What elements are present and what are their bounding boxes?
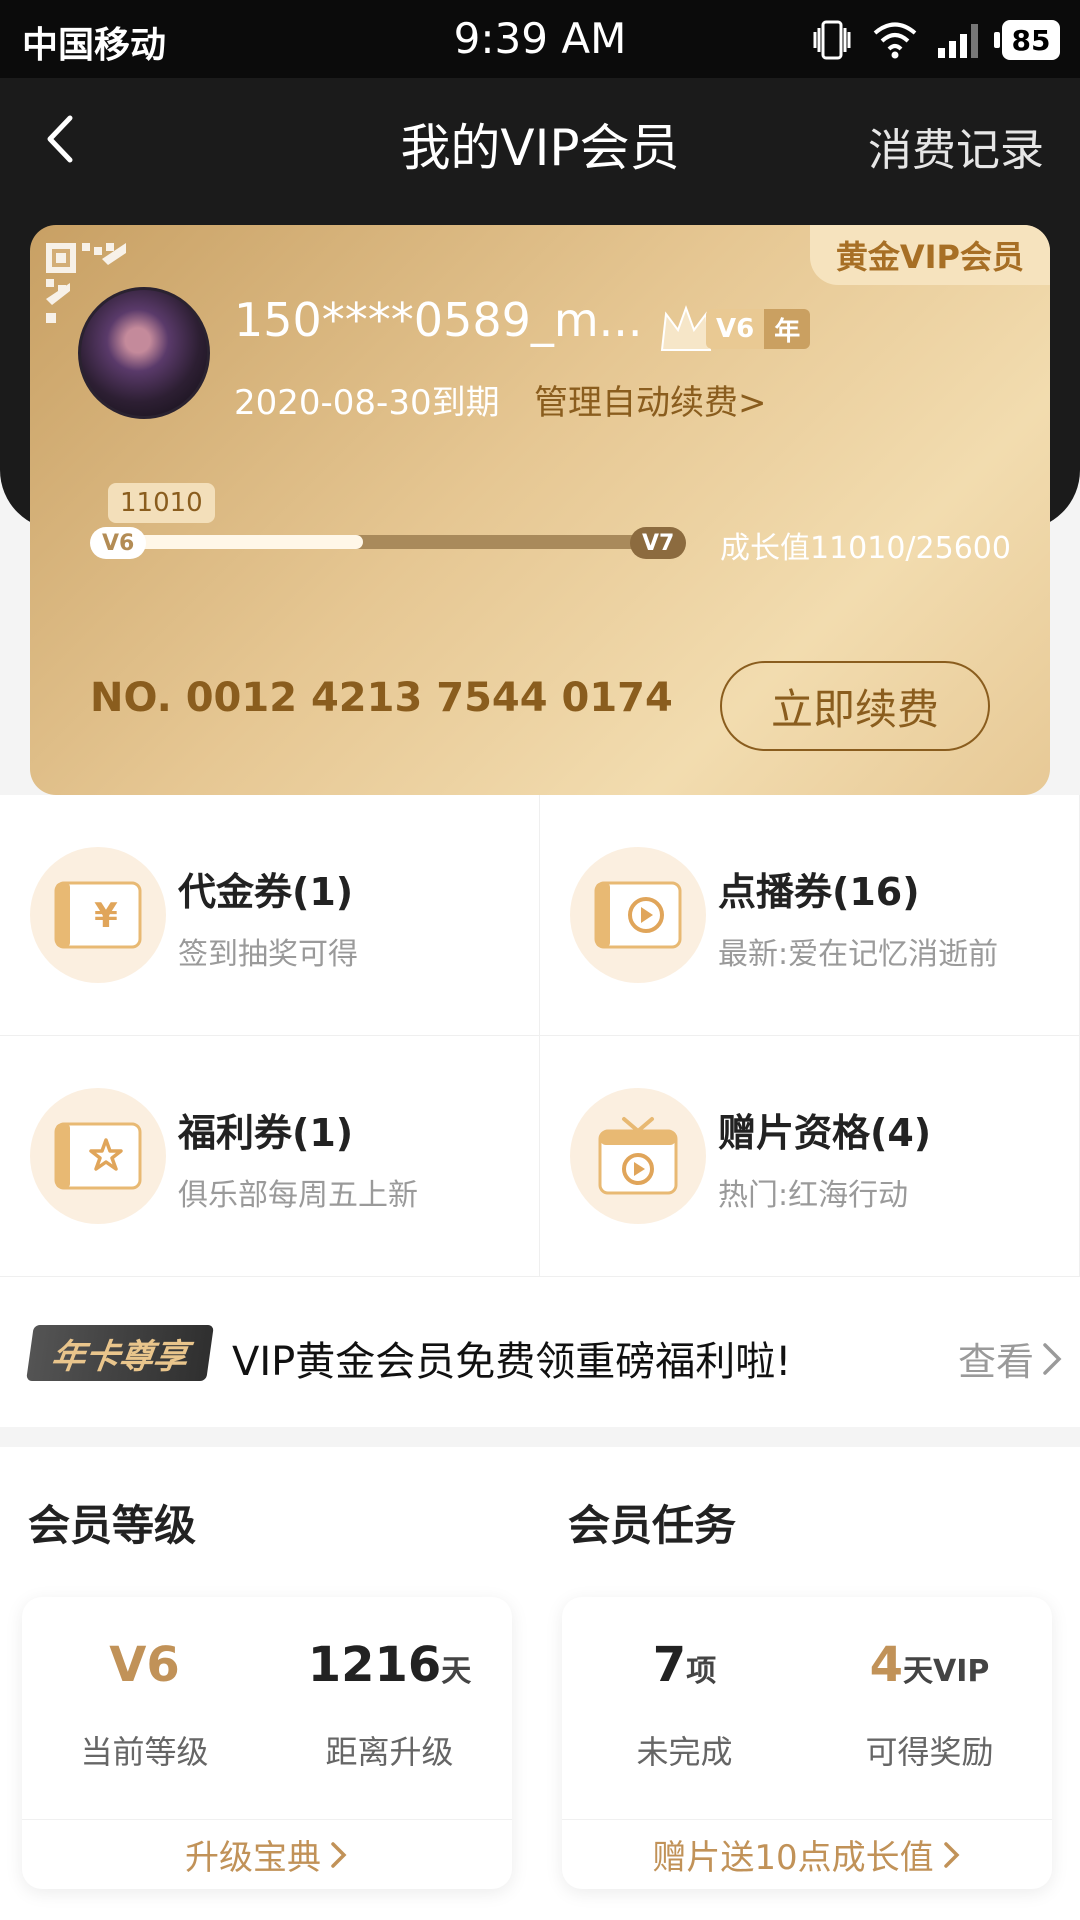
incomplete-tasks-label: 未完成 <box>636 1733 733 1771</box>
days-to-upgrade-value: 1216 <box>307 1637 442 1693</box>
avatar[interactable] <box>78 287 210 419</box>
current-level-value: V6 <box>109 1637 180 1693</box>
battery-icon: 85 <box>994 20 1060 60</box>
coupon-subtitle: 最新:爱在记忆消逝前 <box>718 937 999 972</box>
member-sections: 会员等级 会员任务 V6 当前等级 1216天 距离升级 升级宝典 7项 未完成… <box>0 1447 1080 1920</box>
svg-text:¥: ¥ <box>94 896 118 936</box>
expire-date: 2020-08-30到期 <box>234 383 500 423</box>
coupon-gift-video[interactable]: 赠片资格(4) 热门:红海行动 <box>540 1036 1080 1277</box>
upgrade-guide-label: 升级宝典 <box>185 1838 321 1878</box>
chevron-right-icon <box>331 1841 347 1868</box>
play-ticket-icon <box>570 847 706 983</box>
growth-progress-bar <box>122 535 682 549</box>
coupon-title: 点播券(16) <box>718 870 920 914</box>
gift-video-icon <box>570 1088 706 1224</box>
reward-stat: 4天VIP 可得奖励 <box>807 1637 1052 1773</box>
status-icons: 85 <box>810 16 1060 64</box>
star-ticket-icon <box>30 1088 166 1224</box>
promo-banner[interactable]: 年卡尊享 VIP黄金会员免费领重磅福利啦! 查看 <box>0 1277 1080 1427</box>
member-tasks-panel[interactable]: 7项 未完成 4天VIP 可得奖励 赠片送10点成长值 <box>562 1597 1052 1889</box>
next-level-marker: V7 <box>630 527 687 559</box>
reward-label: 可得奖励 <box>865 1733 994 1771</box>
chevron-right-icon <box>943 1841 960 1868</box>
gift-film-growth-label: 赠片送10点成长值 <box>652 1838 934 1878</box>
member-tasks-title: 会员任务 <box>568 1501 737 1550</box>
vip-card: 黄金VIP会员 150****0589_m... V6 年 2020-08-30… <box>30 225 1050 795</box>
coupon-vod[interactable]: 点播券(16) 最新:爱在记忆消逝前 <box>540 795 1080 1036</box>
coupon-title: 代金券(1) <box>178 870 354 914</box>
promo-view-link[interactable]: 查看 <box>958 1331 1064 1386</box>
yuan-ticket-icon: ¥ <box>30 847 166 983</box>
incomplete-tasks-stat: 7项 未完成 <box>562 1637 807 1773</box>
status-bar: 中国移动 9:39 AM 85 <box>0 0 1080 78</box>
coupon-cash[interactable]: ¥ 代金券(1) 签到抽奖可得 <box>0 795 540 1036</box>
reward-unit: 天VIP <box>903 1654 990 1689</box>
current-level-stat: V6 当前等级 <box>22 1637 267 1773</box>
current-level-label: 当前等级 <box>80 1733 209 1771</box>
coupon-subtitle: 热门:红海行动 <box>718 1178 909 1213</box>
vibrate-icon <box>813 20 851 60</box>
coupon-subtitle: 签到抽奖可得 <box>178 937 358 972</box>
coupon-grid: ¥ 代金券(1) 签到抽奖可得 点播券(16) 最新:爱在记忆消逝前 福利券(1… <box>0 795 1080 1277</box>
reward-value: 4 <box>869 1637 904 1693</box>
current-level-marker: V6 <box>90 527 147 559</box>
coupon-subtitle: 俱乐部每周五上新 <box>178 1178 418 1213</box>
wifi-icon <box>873 22 917 59</box>
days-unit: 天 <box>441 1654 472 1689</box>
upgrade-guide-link[interactable]: 升级宝典 <box>22 1819 512 1889</box>
member-level-panel[interactable]: V6 当前等级 1216天 距离升级 升级宝典 <box>22 1597 512 1889</box>
growth-value-text: 成长值11010/25600 <box>720 531 1011 566</box>
days-to-upgrade-label: 距离升级 <box>325 1733 454 1771</box>
coupon-welfare[interactable]: 福利券(1) 俱乐部每周五上新 <box>0 1036 540 1277</box>
growth-value-bubble: 11010 <box>108 483 215 523</box>
tasks-unit: 项 <box>686 1654 717 1689</box>
incomplete-tasks-value: 7 <box>652 1637 687 1693</box>
consumption-record-link[interactable]: 消费记录 <box>868 114 1044 178</box>
member-level-title: 会员等级 <box>28 1501 197 1550</box>
level-badge-v6: V6 <box>706 309 765 349</box>
renew-button[interactable]: 立即续费 <box>720 661 990 751</box>
coupon-title: 赠片资格(4) <box>718 1111 932 1155</box>
promo-view-label: 查看 <box>957 1340 1034 1384</box>
signal-icon <box>938 24 978 58</box>
promo-text: VIP黄金会员免费领重磅福利啦! <box>232 1339 792 1385</box>
level-badge: V6 年 <box>658 305 811 351</box>
level-badge-year: 年 <box>764 309 811 349</box>
gift-film-growth-link[interactable]: 赠片送10点成长值 <box>562 1819 1052 1889</box>
nav-bar: 我的VIP会员 消费记录 <box>0 78 1080 200</box>
growth-progress-fill <box>122 535 363 549</box>
card-number: NO. 0012 4213 7544 0174 <box>90 675 673 721</box>
username: 150****0589_m... <box>234 293 643 347</box>
days-to-upgrade-stat: 1216天 距离升级 <box>267 1637 512 1773</box>
annual-card-badge: 年卡尊享 <box>26 1325 214 1381</box>
manage-auto-renew-link[interactable]: 管理自动续费> <box>534 375 767 424</box>
coupon-title: 福利券(1) <box>178 1111 354 1155</box>
membership-tier-tag: 黄金VIP会员 <box>809 225 1050 285</box>
chevron-right-icon <box>1043 1342 1062 1375</box>
